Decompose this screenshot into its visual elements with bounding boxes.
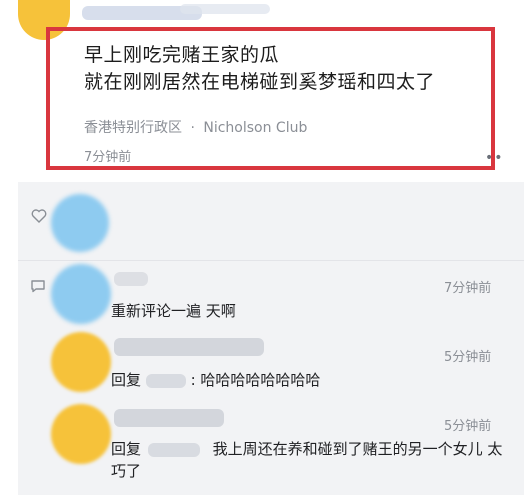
comment-timestamp: 5分钟前 bbox=[444, 419, 492, 434]
more-options-icon[interactable]: •• bbox=[485, 150, 504, 166]
post-username-blur bbox=[180, 4, 270, 14]
liker-avatar[interactable] bbox=[51, 194, 109, 252]
location-text: 香港特别行政区 bbox=[84, 120, 182, 136]
reply-prefix: 回复 bbox=[111, 371, 142, 389]
reply-target-blur bbox=[145, 373, 186, 388]
heart-outline-icon[interactable] bbox=[31, 209, 47, 227]
commenter-avatar[interactable] bbox=[51, 332, 111, 392]
post-content: 早上刚吃完赌王家的瓜 就在刚刚居然在电梯碰到奚梦瑶和四太了 bbox=[84, 42, 494, 96]
comment-text: 回复 : 哈哈哈哈哈哈哈哈 bbox=[111, 369, 320, 391]
post-location[interactable]: 香港特别行政区 · Nicholson Club bbox=[84, 117, 311, 137]
post-card: 早上刚吃完赌王家的瓜 就在刚刚居然在电梯碰到奚梦瑶和四太了 香港特别行政区 · … bbox=[0, 0, 524, 182]
post-line-1: 早上刚吃完赌王家的瓜 bbox=[84, 44, 280, 66]
comments-panel: 7分钟前 重新评论一遍 天啊 5分钟前 回复 : 哈哈哈哈哈哈哈哈 5分钟前 回… bbox=[18, 182, 524, 495]
comment-body: : 哈哈哈哈哈哈哈哈 bbox=[190, 371, 321, 389]
commenter-name-blur bbox=[114, 409, 224, 427]
location-separator: · bbox=[190, 120, 195, 136]
comment-bubble-icon[interactable] bbox=[30, 279, 46, 297]
commenter-avatar[interactable] bbox=[51, 264, 111, 324]
venue-text: Nicholson Club bbox=[203, 120, 308, 136]
comment-timestamp: 5分钟前 bbox=[444, 350, 492, 365]
post-line-2: 就在刚刚居然在电梯碰到奚梦瑶和四太了 bbox=[84, 71, 436, 93]
reply-prefix: 回复 bbox=[111, 440, 142, 458]
divider bbox=[18, 260, 524, 261]
comment-text: 重新评论一遍 天啊 bbox=[111, 302, 236, 320]
commenter-name-blur bbox=[114, 338, 264, 356]
post-timestamp: 7分钟前 bbox=[84, 150, 132, 165]
reply-target-blur bbox=[147, 442, 200, 457]
commenter-avatar[interactable] bbox=[51, 404, 111, 464]
comment-text: 回复 我上周还在养和碰到了赌王的另一个女儿 太巧了 bbox=[111, 438, 511, 482]
commenter-name-blur bbox=[114, 272, 148, 286]
comment-timestamp: 7分钟前 bbox=[444, 281, 492, 296]
